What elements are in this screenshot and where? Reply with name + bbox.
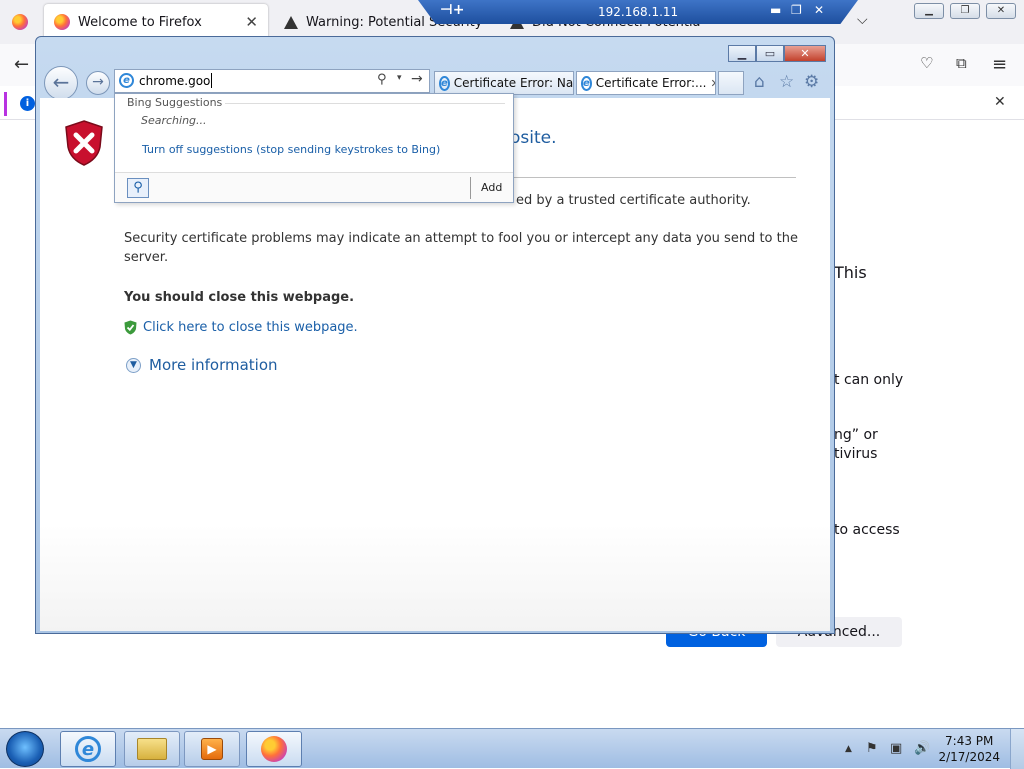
close-icon[interactable]: ✕ (814, 3, 824, 17)
ie-tab-certificate-error-2[interactable]: e Certificate Error:... ✕ (576, 71, 716, 95)
remote-host-title: 192.168.1.11 (598, 5, 679, 19)
text-caret (211, 73, 212, 88)
taskbar-firefox[interactable] (246, 731, 302, 767)
clock-time: 7:43 PM (945, 734, 994, 748)
search-provider-icon[interactable]: ⚲ (127, 178, 149, 198)
taskbar-media-player[interactable]: ▶ (184, 731, 240, 767)
security-explanation: Security certificate problems may indica… (124, 231, 798, 265)
tab-label: Certificate Error: Na... (453, 76, 574, 90)
firefox-menu-icon[interactable] (12, 14, 28, 30)
ie-page-icon: e (581, 75, 592, 91)
extensions-icon[interactable]: ⧉ (956, 54, 967, 72)
system-clock[interactable]: 7:43 PM 2/17/2024 (938, 733, 1000, 765)
firefox-logo-icon (54, 14, 70, 30)
firefox-text-fragment: tivirus (834, 446, 878, 462)
more-information-toggle[interactable]: ▼ More information (126, 356, 278, 374)
close-recommendation: You should close this webpage. (124, 290, 355, 305)
search-provider-row: ⚲ Add (115, 172, 513, 202)
minimize-button[interactable]: ▁ (728, 45, 756, 62)
address-bar[interactable]: e chrome.goo ⚲ ▾ → (114, 69, 430, 93)
close-icon[interactable]: ✕ (994, 94, 1006, 110)
volume-icon[interactable]: 🔊 (914, 741, 930, 756)
security-shield-error-icon (65, 120, 103, 166)
back-arrow-icon[interactable]: ← (14, 54, 29, 75)
pin-icon[interactable]: ⊣+ (440, 2, 465, 18)
close-button[interactable]: ✕ (784, 45, 826, 62)
dropdown-arrow-icon[interactable]: ▾ (397, 73, 402, 83)
show-hidden-icons-arrow[interactable]: ▲ (845, 744, 852, 754)
firefox-text-fragment: ng” or (834, 427, 878, 443)
restore-button[interactable]: ❐ (950, 3, 980, 19)
firefox-text-fragment: to access (834, 522, 900, 538)
back-button[interactable]: ← (44, 66, 78, 100)
address-input[interactable]: chrome.goo (139, 74, 210, 88)
menu-icon[interactable]: ≡ (992, 54, 1007, 75)
close-webpage-link-label[interactable]: Click here to close this webpage. (143, 320, 358, 335)
taskbar-file-explorer[interactable] (124, 731, 180, 767)
list-all-tabs-icon[interactable]: ⌵ (857, 12, 868, 28)
address-suggestions-dropdown: Bing Suggestions Searching... Turn off s… (114, 93, 514, 203)
warning-icon (284, 15, 298, 29)
minimize-button[interactable]: ▁ (914, 3, 944, 19)
go-arrow-icon[interactable]: → (411, 71, 423, 87)
internet-explorer-icon: e (75, 736, 101, 762)
pocket-icon[interactable]: ♡ (920, 54, 933, 72)
close-icon[interactable]: ✕ (710, 77, 715, 90)
remote-desktop-bar: ⊣+ 192.168.1.11 ▬ ❐ ✕ (418, 0, 858, 24)
ie-page-icon: e (439, 75, 450, 91)
new-tab-button[interactable] (718, 71, 744, 95)
firefox-tab-welcome[interactable]: Welcome to Firefox ✕ (44, 4, 268, 40)
network-icon[interactable]: ▣ (890, 741, 902, 756)
ie-window-controls: ▁ ▭ ✕ (728, 45, 826, 62)
restore-icon[interactable]: ❐ (791, 3, 802, 17)
chevron-down-icon: ▼ (126, 357, 141, 373)
turn-off-suggestions-link[interactable]: Turn off suggestions (stop sending keyst… (142, 143, 440, 156)
media-player-icon: ▶ (201, 738, 223, 760)
ie-page-icon: e (119, 73, 134, 88)
show-desktop-button[interactable] (1010, 729, 1024, 769)
more-information-label[interactable]: More information (149, 356, 278, 374)
clock-date: 2/17/2024 (938, 750, 1000, 764)
suggestions-heading: Bing Suggestions (127, 96, 223, 109)
start-button[interactable] (6, 731, 44, 767)
close-icon[interactable]: ✕ (245, 13, 258, 31)
tools-gear-icon[interactable]: ⚙ (804, 72, 819, 92)
taskbar-internet-explorer[interactable]: e (60, 731, 116, 767)
notification-accent (4, 92, 7, 116)
close-webpage-link[interactable]: Click here to close this webpage. (124, 320, 358, 335)
firefox-logo-icon (261, 736, 287, 762)
green-shield-icon (124, 320, 137, 335)
firefox-text-fragment: t can only (834, 372, 904, 388)
certificate-message: ed by a trusted certificate authority. (516, 193, 751, 208)
windows-taskbar: e ▶ ▲ ⚑ ▣ 🔊 7:43 PM 2/17/2024 (0, 728, 1024, 769)
searching-status: Searching... (141, 114, 207, 127)
home-icon[interactable]: ⌂ (754, 72, 765, 92)
add-search-provider-button[interactable]: Add (481, 181, 502, 194)
ie-tab-certificate-error-1[interactable]: e Certificate Error: Na... (434, 71, 574, 95)
error-title: osite. (510, 128, 557, 148)
firefox-window-controls: ▁ ❐ ✕ (914, 3, 1016, 19)
divider (225, 103, 505, 104)
maximize-button[interactable]: ▭ (756, 45, 784, 62)
minimize-icon[interactable]: ▬ (770, 3, 781, 17)
search-icon[interactable]: ⚲ (377, 72, 387, 87)
favorites-star-icon[interactable]: ☆ (779, 72, 794, 92)
info-icon: i (20, 96, 35, 111)
firefox-text-fragment: This (834, 263, 867, 282)
forward-button[interactable]: → (86, 71, 110, 95)
close-button[interactable]: ✕ (986, 3, 1016, 19)
tab-label: Welcome to Firefox (78, 14, 202, 30)
tab-label: Certificate Error:... (595, 76, 707, 90)
folder-icon (137, 738, 167, 760)
action-center-flag-icon[interactable]: ⚑ (866, 741, 878, 756)
divider (470, 177, 471, 199)
